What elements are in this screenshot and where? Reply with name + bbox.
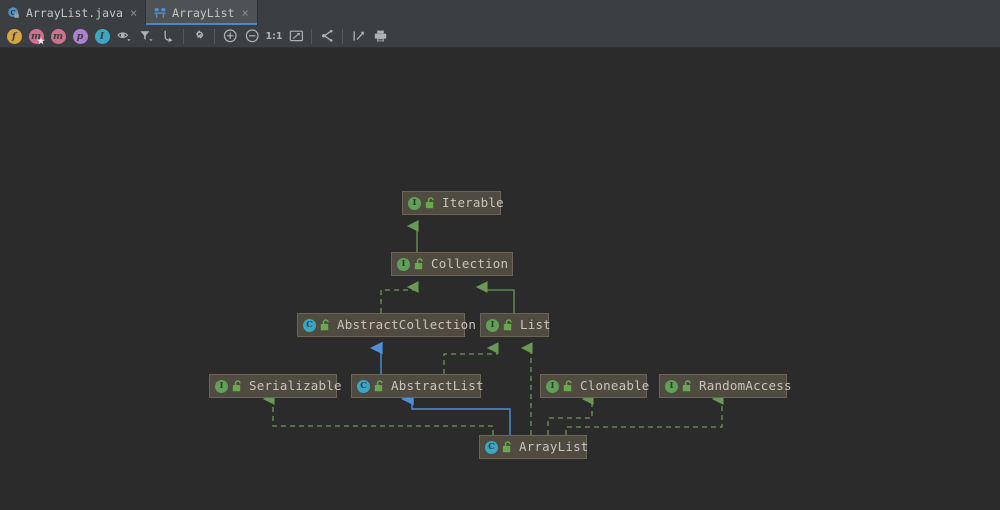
toolbar-separator xyxy=(311,29,312,44)
diagram-node-randomaccess[interactable]: I RandomAccess xyxy=(659,374,787,398)
node-label: AbstractCollection xyxy=(335,319,476,332)
show-methods-button[interactable]: m xyxy=(47,25,69,47)
class-badge-icon: C xyxy=(485,441,498,454)
tab-label: ArrayList.java xyxy=(26,6,123,20)
public-padlock-icon xyxy=(503,319,514,331)
node-label: Collection xyxy=(429,258,508,271)
inner-class-circle-icon: I xyxy=(95,29,110,44)
share-node-icon xyxy=(319,28,336,44)
public-padlock-icon xyxy=(563,380,574,392)
export-to-file-button[interactable] xyxy=(347,25,369,47)
java-class-file-icon: C xyxy=(7,6,21,20)
property-circle-icon: p xyxy=(73,29,88,44)
node-label: Serializable xyxy=(247,380,342,393)
edge-arraylist-to-abstractlist xyxy=(412,399,510,435)
funnel-dropdown-icon xyxy=(138,28,155,44)
public-padlock-icon xyxy=(320,319,331,331)
show-edge-link-button[interactable] xyxy=(188,25,210,47)
export-arrow-icon xyxy=(350,28,367,44)
printer-icon xyxy=(372,28,389,44)
interface-badge-icon: I xyxy=(665,380,678,393)
class-badge-icon: C xyxy=(303,319,316,332)
class-badge-icon: C xyxy=(357,380,370,393)
fit-content-button[interactable] xyxy=(285,25,307,47)
uml-diagram-icon xyxy=(153,6,167,20)
diagram-node-iterable[interactable]: I Iterable xyxy=(402,191,501,215)
edge-arraylist-to-randomaccess xyxy=(566,399,722,435)
node-label: Cloneable xyxy=(578,380,650,393)
print-button[interactable] xyxy=(369,25,391,47)
diagram-node-serializable[interactable]: I Serializable xyxy=(209,374,337,398)
diagram-node-list[interactable]: I List xyxy=(480,313,549,337)
node-label: AbstractList xyxy=(389,380,484,393)
share-button[interactable] xyxy=(316,25,338,47)
public-padlock-icon xyxy=(682,380,693,392)
editor-tab-bar: C ArrayList.java × ArrayList × xyxy=(0,0,1000,25)
toolbar-separator xyxy=(214,29,215,44)
tab-arraylist-diagram[interactable]: ArrayList × xyxy=(145,0,258,25)
interface-badge-icon: I xyxy=(408,197,421,210)
uml-diagram-canvas[interactable]: Iterable (solid green) --> Collection (d… xyxy=(0,48,1000,510)
eye-dropdown-icon xyxy=(116,28,133,44)
chain-link-icon xyxy=(191,28,208,44)
plus-circle-icon xyxy=(222,28,239,44)
interface-badge-icon: I xyxy=(546,380,559,393)
public-padlock-icon xyxy=(232,380,243,392)
toolbar-separator xyxy=(183,29,184,44)
show-inner-classes-button[interactable]: I xyxy=(91,25,113,47)
public-padlock-icon xyxy=(374,380,385,392)
public-padlock-icon xyxy=(425,197,436,209)
node-label: List xyxy=(518,319,551,332)
diagram-node-abstractlist[interactable]: C AbstractList xyxy=(351,374,481,398)
show-fields-button[interactable]: f xyxy=(3,25,25,47)
constructor-circle-icon: m xyxy=(29,29,44,44)
interface-badge-icon: I xyxy=(215,380,228,393)
toolbar-separator xyxy=(342,29,343,44)
edge-list-to-collection xyxy=(486,287,514,313)
interface-badge-icon: I xyxy=(486,319,499,332)
minus-circle-icon xyxy=(244,28,261,44)
show-properties-button[interactable]: p xyxy=(69,25,91,47)
diagram-toolbar: f m m p I xyxy=(0,25,1000,48)
interface-badge-icon: I xyxy=(397,258,410,271)
tab-arraylist-java[interactable]: C ArrayList.java × xyxy=(0,0,145,25)
zoom-in-button[interactable] xyxy=(219,25,241,47)
node-label: Iterable xyxy=(440,197,504,210)
field-circle-icon: f xyxy=(7,29,22,44)
node-label: RandomAccess xyxy=(697,380,792,393)
tab-label: ArrayList xyxy=(172,6,234,20)
public-padlock-icon xyxy=(414,258,425,270)
zoom-out-button[interactable] xyxy=(241,25,263,47)
edge-abstractlist-to-list xyxy=(444,348,497,374)
edge-arraylist-to-cloneable xyxy=(548,399,592,435)
fit-screen-icon xyxy=(288,28,305,44)
dependency-arrow-icon xyxy=(160,28,177,44)
tab-close-icon[interactable]: × xyxy=(130,7,137,19)
diagram-node-arraylist[interactable]: C ArrayList xyxy=(479,435,587,459)
diagram-node-cloneable[interactable]: I Cloneable xyxy=(540,374,647,398)
one-to-one-icon: 1:1 xyxy=(265,31,282,42)
edges-filter-button[interactable] xyxy=(135,25,157,47)
show-dependencies-button[interactable] xyxy=(157,25,179,47)
node-label: ArrayList xyxy=(517,441,589,454)
change-visibility-level-button[interactable] xyxy=(113,25,135,47)
diagram-node-collection[interactable]: I Collection xyxy=(391,252,513,276)
method-circle-icon: m xyxy=(51,29,66,44)
actual-size-button[interactable]: 1:1 xyxy=(263,25,285,47)
diagram-node-abstractcollection[interactable]: C AbstractCollection xyxy=(297,313,465,337)
edge-abstractcollection-to-collection xyxy=(381,287,417,313)
public-padlock-icon xyxy=(502,441,513,453)
edge-arraylist-to-serializable xyxy=(273,399,493,435)
show-constructors-button[interactable]: m xyxy=(25,25,47,47)
tab-close-icon[interactable]: × xyxy=(241,7,248,19)
